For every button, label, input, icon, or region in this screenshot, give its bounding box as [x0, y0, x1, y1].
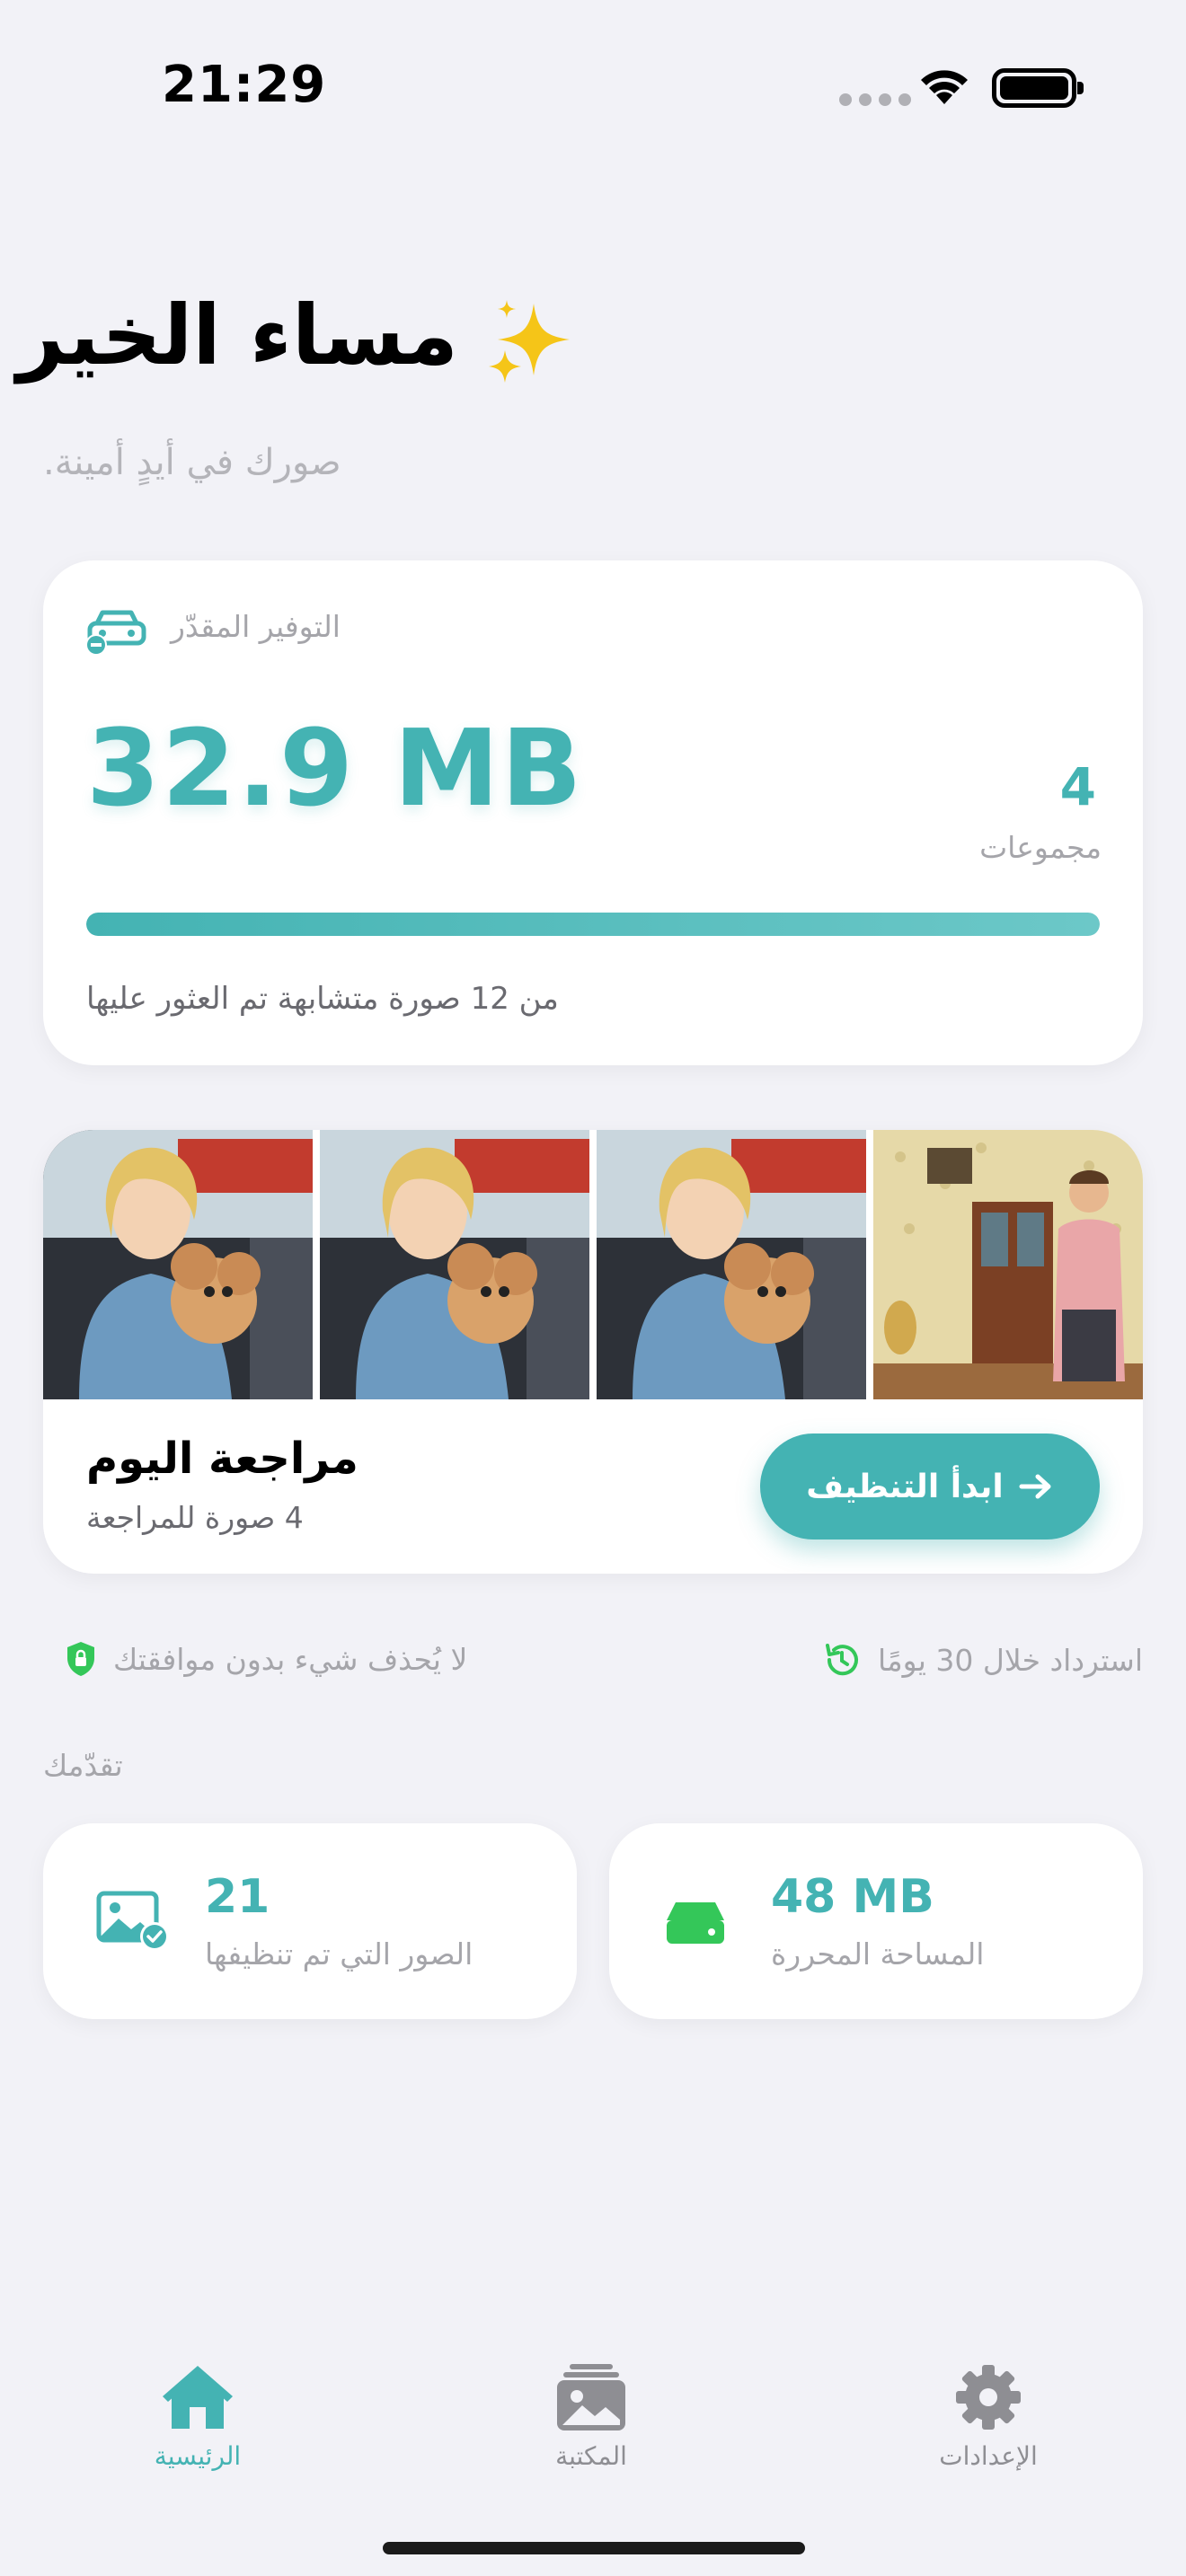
tab-home[interactable]: الرئيسية	[90, 2362, 305, 2471]
tab-settings-label: الإعدادات	[939, 2441, 1038, 2471]
shield-lock-icon	[67, 1642, 94, 1676]
car-icon	[85, 610, 146, 656]
gear-icon	[956, 2365, 1021, 2430]
photo-library-icon	[557, 2364, 625, 2430]
cleaned-photos-card: 21 الصور التي تم تنظيفها	[43, 1823, 577, 2019]
home-indicator	[383, 2542, 805, 2554]
safety-info: لا يُحذف شيء بدون موافقتك	[65, 1640, 467, 1678]
daily-review-count: 4 صورة للمراجعة	[86, 1500, 304, 1535]
photo-checkmark-icon	[96, 1891, 169, 1951]
freed-space-value: 48 MB	[771, 1870, 934, 1924]
start-cleaning-label: ابدأ التنظيف	[806, 1468, 1004, 1505]
hard-drive-icon	[667, 1902, 724, 1944]
cellular-signal-icon	[839, 93, 911, 106]
freed-space-label: المساحة المحررة	[771, 1936, 985, 1972]
tab-library-label: المكتبة	[555, 2441, 627, 2471]
tab-home-label: الرئيسية	[154, 2441, 242, 2471]
recovery-text: استرداد خلال 30 يومًا	[877, 1642, 1143, 1678]
savings-progress-fill	[86, 913, 1100, 936]
groups-label: مجموعات	[979, 830, 1102, 865]
photo-thumbnail-2[interactable]	[320, 1130, 589, 1399]
groups-count: 4	[1059, 756, 1096, 817]
house-icon	[163, 2366, 233, 2429]
sparkles-icon	[489, 300, 570, 383]
history-icon	[825, 1644, 858, 1676]
status-time: 21:29	[162, 56, 327, 114]
page-title: مساء الخير	[16, 287, 458, 384]
savings-label: التوفير المقدّر	[171, 609, 341, 644]
photo-thumbnail-3[interactable]	[597, 1130, 866, 1399]
savings-progress-bar	[86, 913, 1100, 936]
recovery-info: استرداد خلال 30 يومًا	[822, 1640, 1143, 1680]
daily-review-title: مراجعة اليوم	[86, 1434, 358, 1484]
freed-space-card: 48 MB المساحة المحررة	[609, 1823, 1143, 2019]
cleaned-photos-label: الصور التي تم تنظيفها	[205, 1936, 474, 1972]
arrow-right-icon	[1019, 1474, 1051, 1499]
start-cleaning-button[interactable]: ابدأ التنظيف	[760, 1434, 1100, 1539]
progress-section-heading: تقدّمك	[43, 1748, 123, 1783]
safety-text: لا يُحذف شيء بدون موافقتك	[113, 1641, 468, 1677]
similar-photos-found-text: من 12 صورة متشابهة تم العثور عليها	[86, 981, 559, 1017]
cleaned-photos-value: 21	[205, 1870, 270, 1924]
wifi-icon	[921, 70, 968, 104]
photo-thumbnail-4[interactable]	[873, 1130, 1143, 1399]
tab-library[interactable]: المكتبة	[483, 2362, 699, 2471]
savings-value: 32.9 MB	[86, 706, 584, 830]
page-subtitle: صورك في أيدٍ أمينة.	[43, 442, 341, 483]
photo-thumbnail-1[interactable]	[43, 1130, 313, 1399]
battery-icon	[992, 68, 1084, 108]
tab-settings[interactable]: الإعدادات	[881, 2362, 1096, 2471]
